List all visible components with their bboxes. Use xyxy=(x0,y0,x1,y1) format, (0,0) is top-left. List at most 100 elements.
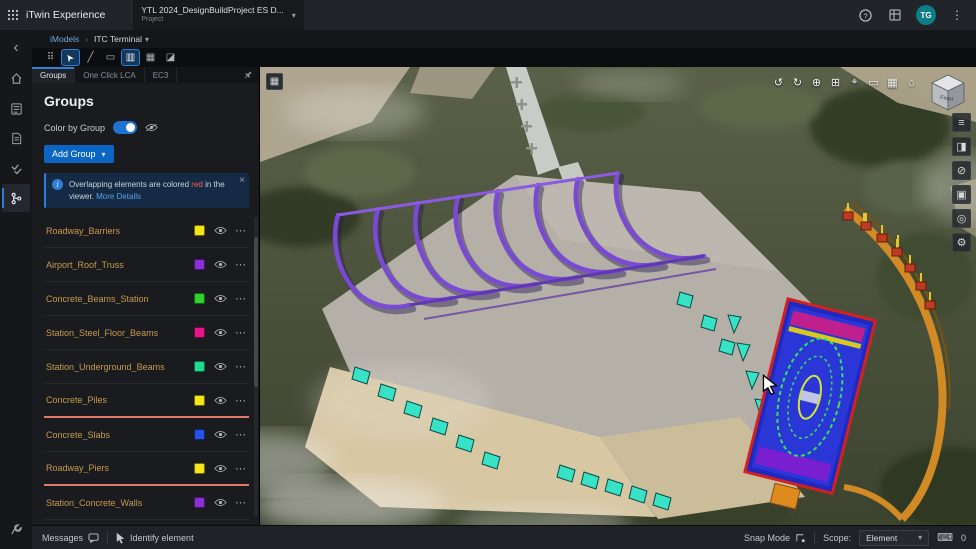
hide-element-tool-icon[interactable]: ⊘ xyxy=(952,161,971,180)
table-row[interactable]: Station_Underground_Beams⋯ xyxy=(44,350,249,384)
view-settings-tool-icon[interactable]: ⚙ xyxy=(952,233,971,252)
tab-one-click-lca[interactable]: One Click LCA xyxy=(75,67,144,83)
group-color-swatch[interactable] xyxy=(194,259,205,270)
group-color-swatch[interactable] xyxy=(194,497,205,508)
snap-mode-button[interactable]: Snap Mode xyxy=(744,532,806,543)
eraser-tool-icon[interactable]: ◪ xyxy=(162,50,179,65)
app-switcher-icon[interactable] xyxy=(886,6,904,24)
group-name: Concrete_Slabs xyxy=(46,430,194,440)
group-color-swatch[interactable] xyxy=(194,327,205,338)
project-name: YTL 2024_DesignBuildProject ES D... xyxy=(141,6,283,16)
row-more-icon[interactable]: ⋯ xyxy=(235,224,247,237)
table-row[interactable]: Concrete_Piles⋯ xyxy=(44,384,249,418)
row-more-icon[interactable]: ⋯ xyxy=(235,360,247,373)
table-row[interactable]: Concrete_Slabs ⋯ xyxy=(44,418,249,452)
eye-icon[interactable] xyxy=(214,362,227,371)
table-row[interactable]: Concrete_Beams_Station⋯ xyxy=(44,282,249,316)
left-nav: ‹ xyxy=(0,30,32,549)
home-view-icon[interactable]: ⌂ xyxy=(903,75,920,90)
project-selector[interactable]: YTL 2024_DesignBuildProject ES D... Proj… xyxy=(133,0,303,30)
table-row[interactable]: Airport_Roof_Truss⋯ xyxy=(44,248,249,282)
measure-line-tool-icon[interactable]: ╱ xyxy=(82,50,99,65)
group-list: Roadway_Barriers⋯ Airport_Roof_Truss⋯ Co… xyxy=(44,214,249,520)
eye-icon[interactable] xyxy=(214,294,227,303)
eye-icon[interactable] xyxy=(214,464,227,473)
svg-text:?: ? xyxy=(863,11,867,20)
eye-off-icon[interactable] xyxy=(145,123,158,132)
collapse-nav-icon[interactable]: ‹ xyxy=(2,34,30,62)
section-tool-icon[interactable]: ◨ xyxy=(952,137,971,156)
groups-branch-icon[interactable] xyxy=(2,184,30,212)
table-tool-icon[interactable]: ▦ xyxy=(142,50,159,65)
tab-groups[interactable]: Groups xyxy=(32,67,75,83)
reports-icon[interactable] xyxy=(2,124,30,152)
fit-view-tool-icon[interactable]: ▦ xyxy=(884,75,901,90)
viewer-side-toolbar: ≡ ◨ ⊘ ▣ ◎ ⚙ xyxy=(952,113,971,252)
breadcrumb-current[interactable]: ITC Terminal▾ xyxy=(94,34,149,44)
validation-icon[interactable] xyxy=(2,154,30,182)
row-more-icon[interactable]: ⋯ xyxy=(235,428,247,441)
model-viewport[interactable]: ▦ ↺↻⊕⊞⌖▭▦⌂ ≡◨⊘▣◎⚙ Front xyxy=(260,67,976,525)
group-name: Station_Steel_Floor_Beams xyxy=(46,328,194,338)
tab-ec3[interactable]: EC3 xyxy=(145,67,178,83)
model-select-icon[interactable]: ▦ xyxy=(266,73,283,90)
close-icon[interactable]: × xyxy=(239,175,245,186)
eye-icon[interactable] xyxy=(214,498,227,507)
redo-view-icon[interactable]: ↻ xyxy=(789,75,806,90)
select-tool-icon[interactable]: ➤ xyxy=(62,50,79,65)
view-cube[interactable]: Front xyxy=(925,70,971,112)
table-row[interactable]: Station_Steel_Floor_Beams ⋯ xyxy=(44,316,249,350)
group-color-swatch[interactable] xyxy=(194,395,205,406)
center-view-tool-icon[interactable]: ⌖ xyxy=(846,75,863,90)
row-more-icon[interactable]: ⋯ xyxy=(235,462,247,475)
drag-handle-icon[interactable]: ⠿ xyxy=(42,50,59,65)
tools-wrench-icon[interactable] xyxy=(2,515,30,543)
app-title: iTwin Experience xyxy=(26,9,105,21)
model-tree-tool-icon[interactable]: ≡ xyxy=(952,113,971,132)
eye-icon[interactable] xyxy=(214,430,227,439)
add-group-button[interactable]: Add Group▾ xyxy=(44,145,114,163)
panel-scrollbar[interactable] xyxy=(254,217,258,517)
pan-tool-icon[interactable]: ▭ xyxy=(865,75,882,90)
keyboard-icon[interactable]: ⌨ xyxy=(937,531,953,544)
content-toolbar: ⠿➤╱▭▥▦◪ xyxy=(32,48,976,67)
row-more-icon[interactable]: ⋯ xyxy=(235,326,247,339)
eye-icon[interactable] xyxy=(214,260,227,269)
group-color-swatch[interactable] xyxy=(194,361,205,372)
isolate-tool-icon[interactable]: ▣ xyxy=(952,185,971,204)
help-icon[interactable]: ? xyxy=(856,6,874,24)
window-area-tool-icon[interactable]: ⊞ xyxy=(827,75,844,90)
messages-button[interactable]: Messages xyxy=(42,533,99,543)
more-options-icon[interactable]: ⋮ xyxy=(948,6,966,24)
zoom-tool-icon[interactable]: ⊕ xyxy=(808,75,825,90)
more-details-link[interactable]: More Details xyxy=(96,192,141,201)
focus-tool-icon[interactable]: ◎ xyxy=(952,209,971,228)
breadcrumb-imodels[interactable]: iModels xyxy=(50,34,79,44)
avatar[interactable]: TG xyxy=(916,5,936,25)
row-more-icon[interactable]: ⋯ xyxy=(235,258,247,271)
undo-view-icon[interactable]: ↺ xyxy=(770,75,787,90)
table-row[interactable]: Roadway_Barriers⋯ xyxy=(44,214,249,248)
home-icon[interactable] xyxy=(2,64,30,92)
eye-icon[interactable] xyxy=(214,328,227,337)
info-banner: i Overlapping elements are colored red i… xyxy=(44,173,249,208)
group-color-swatch[interactable] xyxy=(194,293,205,304)
group-color-swatch[interactable] xyxy=(194,463,205,474)
table-row[interactable]: Roadway_Piers⋯ xyxy=(44,452,249,486)
color-by-group-toggle[interactable] xyxy=(113,121,137,134)
apps-grid-icon[interactable] xyxy=(0,0,26,30)
table-row[interactable]: Station_Concrete_Walls⋯ xyxy=(44,486,249,520)
row-more-icon[interactable]: ⋯ xyxy=(235,394,247,407)
pin-icon[interactable] xyxy=(237,67,259,83)
group-color-swatch[interactable] xyxy=(194,429,205,440)
rectangle-tool-icon[interactable]: ▭ xyxy=(102,50,119,65)
panel-title: Groups xyxy=(44,93,249,109)
layers-tool-icon[interactable]: ▥ xyxy=(122,50,139,65)
row-more-icon[interactable]: ⋯ xyxy=(235,292,247,305)
eye-icon[interactable] xyxy=(214,396,227,405)
eye-icon[interactable] xyxy=(214,226,227,235)
scope-select[interactable]: Element▾ xyxy=(859,530,929,546)
group-color-swatch[interactable] xyxy=(194,225,205,236)
row-more-icon[interactable]: ⋯ xyxy=(235,496,247,509)
issues-icon[interactable] xyxy=(2,94,30,122)
